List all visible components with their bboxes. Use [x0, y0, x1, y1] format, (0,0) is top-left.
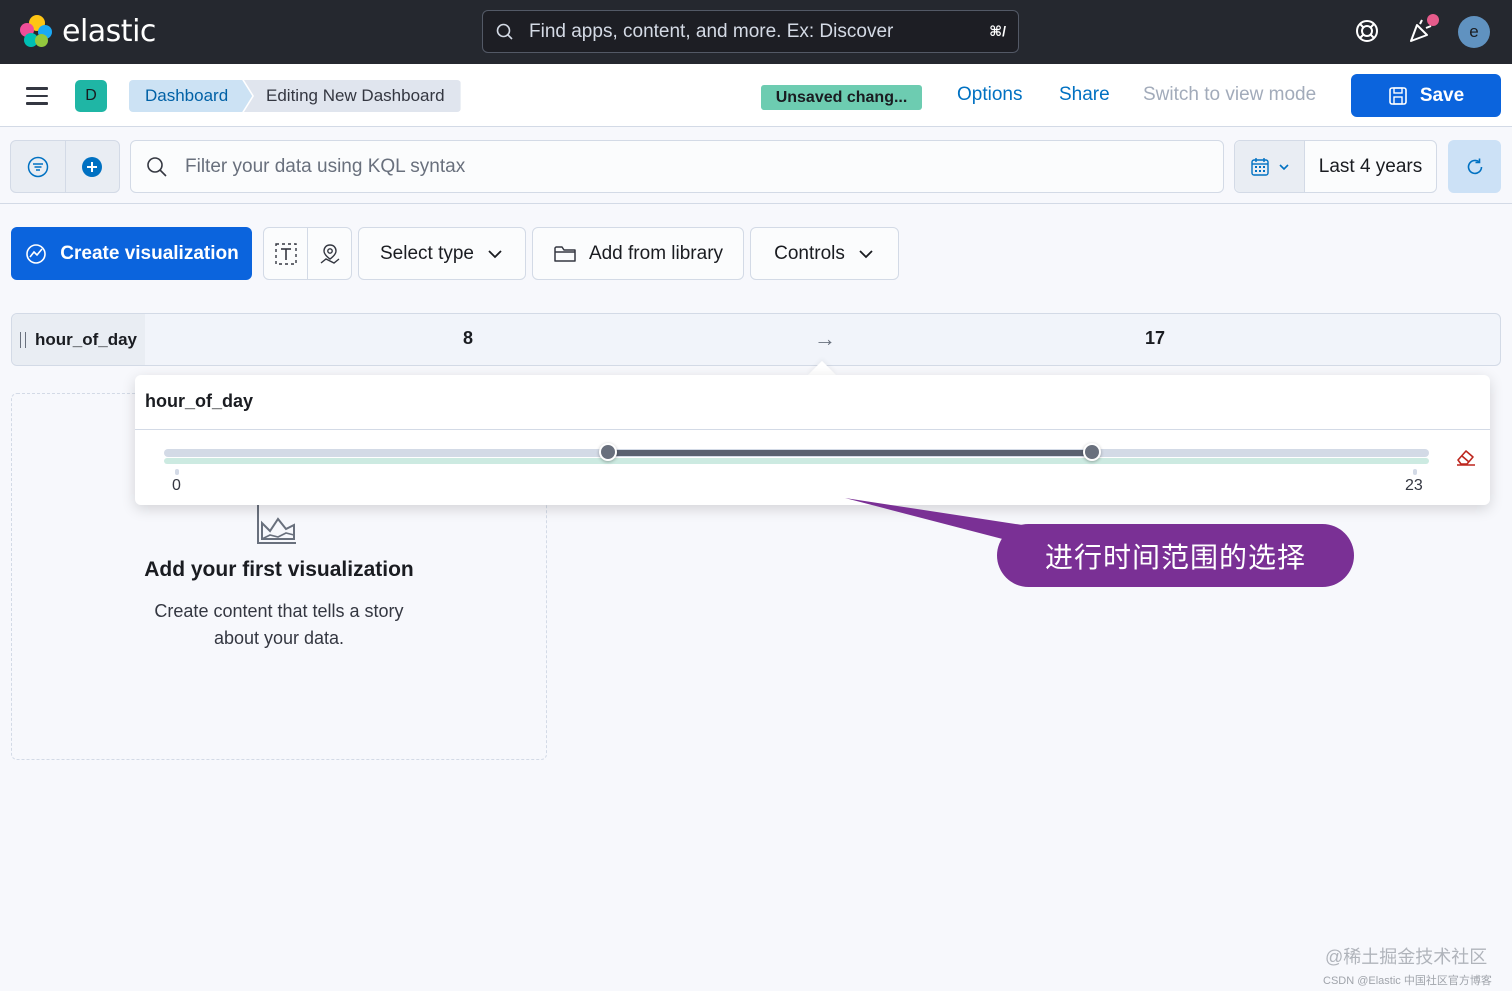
add-text-button[interactable]	[264, 228, 308, 279]
control-field-name: hour_of_day	[35, 329, 138, 349]
calendar-icon	[1250, 157, 1269, 176]
search-placeholder: Find apps, content, and more. Ex: Discov…	[529, 20, 894, 42]
annotation-callout: 进行时间范围的选择	[997, 524, 1354, 587]
chevron-down-icon	[1278, 163, 1289, 170]
area-chart-icon	[257, 505, 296, 544]
breadcrumb-current: Editing New Dashboard	[244, 80, 461, 112]
controls-label: Controls	[774, 242, 845, 264]
drag-handle-icon[interactable]	[20, 331, 26, 348]
refresh-icon	[1467, 158, 1482, 174]
empty-panel-text-line2: about your data.	[213, 628, 345, 648]
filter-icon	[27, 156, 48, 177]
add-filter-button[interactable]	[66, 141, 120, 192]
slider-thumb-high[interactable]	[1083, 443, 1102, 461]
brand-name: elastic	[62, 14, 156, 49]
save-label: Save	[1419, 84, 1465, 106]
range-max-value[interactable]: 17	[1145, 328, 1165, 349]
switch-to-view-mode-link[interactable]: Switch to view mode	[1143, 84, 1316, 106]
create-visualization-label: Create visualization	[60, 242, 239, 264]
user-avatar[interactable]: e	[1458, 16, 1490, 48]
filter-button-group	[10, 140, 120, 193]
slider-track-highlight	[164, 458, 1429, 464]
popover-title: hour_of_day	[145, 391, 254, 411]
elastic-logo[interactable]: elastic	[20, 14, 156, 49]
search-icon	[496, 23, 513, 40]
plus-circle-icon	[82, 156, 103, 177]
slider-tick-max	[1413, 469, 1417, 475]
breadcrumb-dashboard[interactable]: Dashboard	[129, 80, 252, 112]
global-search-input[interactable]: Find apps, content, and more. Ex: Discov…	[482, 10, 1019, 53]
slider-tick-min	[175, 469, 179, 475]
empty-panel-text-line1: Create content that tells a story	[154, 601, 404, 621]
slider-selected-range	[607, 450, 1093, 456]
slider-thumb-low[interactable]	[598, 443, 617, 461]
menu-icon[interactable]	[26, 87, 48, 105]
kql-placeholder: Filter your data using KQL syntax	[185, 155, 466, 177]
lens-icon	[26, 243, 47, 264]
save-icon	[1389, 86, 1407, 105]
share-link[interactable]: Share	[1059, 84, 1110, 106]
slider-min-label: 0	[172, 477, 181, 494]
text-icon	[274, 242, 297, 265]
watermark-csdn: CSDN @Elastic 中国社区官方博客	[1323, 975, 1492, 987]
range-min-value[interactable]: 8	[463, 328, 473, 349]
date-picker[interactable]: Last 4 years	[1234, 140, 1437, 193]
folder-icon	[554, 245, 576, 262]
options-link[interactable]: Options	[957, 84, 1022, 106]
date-range-label[interactable]: Last 4 years	[1305, 141, 1436, 192]
quick-select-button[interactable]	[1235, 141, 1305, 192]
select-type-button[interactable]: Select type	[358, 227, 526, 280]
range-slider-control[interactable]: hour_of_day 8 → 17	[11, 313, 1501, 366]
add-from-library-button[interactable]: Add from library	[532, 227, 744, 280]
create-visualization-button[interactable]: Create visualization	[11, 227, 252, 280]
quick-add-button-group	[263, 227, 352, 280]
add-from-library-label: Add from library	[588, 242, 724, 264]
unsaved-changes-badge[interactable]: Unsaved chang...	[761, 85, 922, 110]
search-icon	[147, 156, 167, 177]
chevron-down-icon	[859, 249, 873, 258]
arrow-right-icon: →	[814, 326, 836, 351]
range-slider-popover: hour_of_day 0 23	[135, 375, 1490, 505]
empty-panel-title: Add your first visualization	[144, 558, 414, 581]
add-map-button[interactable]	[308, 228, 351, 279]
notification-dot	[1427, 14, 1439, 26]
space-avatar[interactable]: D	[75, 80, 107, 112]
search-shortcut: ⌘/	[989, 23, 1006, 39]
filter-menu-button[interactable]	[11, 141, 66, 192]
control-label[interactable]: hour_of_day	[12, 314, 145, 365]
kql-query-input[interactable]: Filter your data using KQL syntax	[130, 140, 1224, 193]
chevron-down-icon	[488, 249, 502, 258]
select-type-label: Select type	[380, 242, 474, 264]
app-navbar: D Dashboard Editing New Dashboard Unsave…	[0, 64, 1512, 127]
controls-button[interactable]: Controls	[750, 227, 899, 280]
global-header: elastic Find apps, content, and more. Ex…	[0, 0, 1512, 64]
save-button[interactable]: Save	[1351, 74, 1501, 117]
empty-panel-description: Create content that tells a story about …	[11, 598, 547, 652]
watermark-juejin: @稀土掘金技术社区	[1325, 947, 1488, 967]
slider-max-label: 23	[1405, 477, 1423, 494]
help-icon[interactable]	[1352, 16, 1382, 46]
map-pin-icon	[320, 243, 339, 264]
refresh-button[interactable]	[1448, 140, 1501, 193]
popover-divider	[135, 429, 1490, 430]
elastic-cluster-icon	[20, 14, 54, 49]
eraser-icon[interactable]	[1455, 447, 1477, 467]
